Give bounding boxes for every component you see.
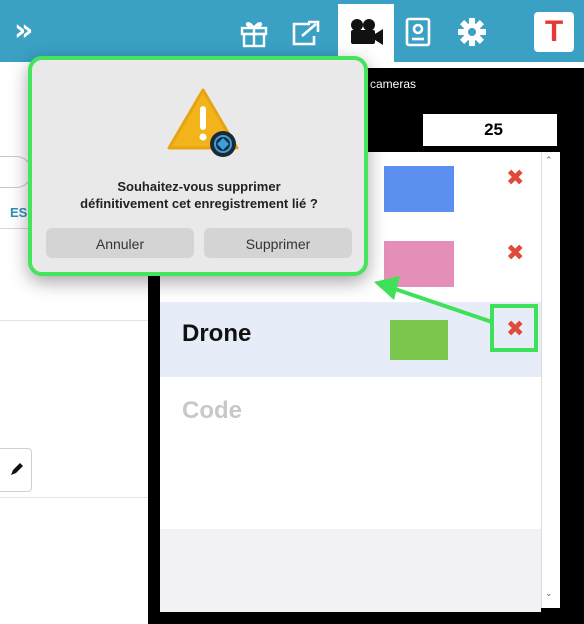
share-export-icon[interactable] xyxy=(290,16,322,48)
count-field[interactable]: 25 xyxy=(423,114,557,146)
delete-icon[interactable]: ✖ xyxy=(506,168,524,190)
scrollbar[interactable] xyxy=(541,152,560,608)
highlight-box xyxy=(490,304,538,352)
video-camera-icon xyxy=(351,19,383,45)
divider xyxy=(0,497,150,498)
color-swatch[interactable] xyxy=(384,241,454,287)
tab-label-fragment[interactable]: ES xyxy=(10,205,27,220)
list-item-selected[interactable]: Drone ✖ xyxy=(160,302,541,377)
list-item-placeholder[interactable]: Code xyxy=(160,377,541,452)
gift-icon[interactable] xyxy=(238,16,270,48)
scroll-down-icon[interactable]: ⌄ xyxy=(545,588,553,599)
panel-title: cameras xyxy=(370,77,417,91)
dialog-message-line2: définitivement cet enregistrement lié ? xyxy=(80,196,318,211)
warning-icon xyxy=(167,88,239,157)
scroll-up-icon[interactable]: ⌃ xyxy=(545,155,553,166)
user-avatar[interactable]: T xyxy=(534,12,574,52)
gear-icon[interactable] xyxy=(456,16,488,48)
row-label: Code xyxy=(182,397,242,424)
list-item-empty xyxy=(160,529,541,612)
dialog-message: Souhaitez-vous supprimer définitivement … xyxy=(42,178,356,212)
dialog-message-line1: Souhaitez-vous supprimer xyxy=(117,179,281,194)
delete-confirm-button[interactable]: Supprimer xyxy=(204,228,352,258)
pencil-icon xyxy=(11,463,23,475)
video-camera-tab-active[interactable] xyxy=(338,4,394,62)
color-swatch[interactable] xyxy=(384,166,454,212)
id-badge-icon[interactable] xyxy=(402,16,434,48)
top-bar: » T xyxy=(0,0,584,62)
confirm-delete-dialog: Souhaitez-vous supprimer définitivement … xyxy=(28,56,368,276)
divider xyxy=(0,320,150,321)
cancel-button[interactable]: Annuler xyxy=(46,228,194,258)
delete-icon[interactable]: ✖ xyxy=(506,243,524,265)
color-swatch[interactable] xyxy=(390,320,448,360)
row-label: Drone xyxy=(182,320,252,347)
edit-button[interactable] xyxy=(0,448,32,492)
chevron-double-right-icon[interactable]: » xyxy=(14,16,33,46)
